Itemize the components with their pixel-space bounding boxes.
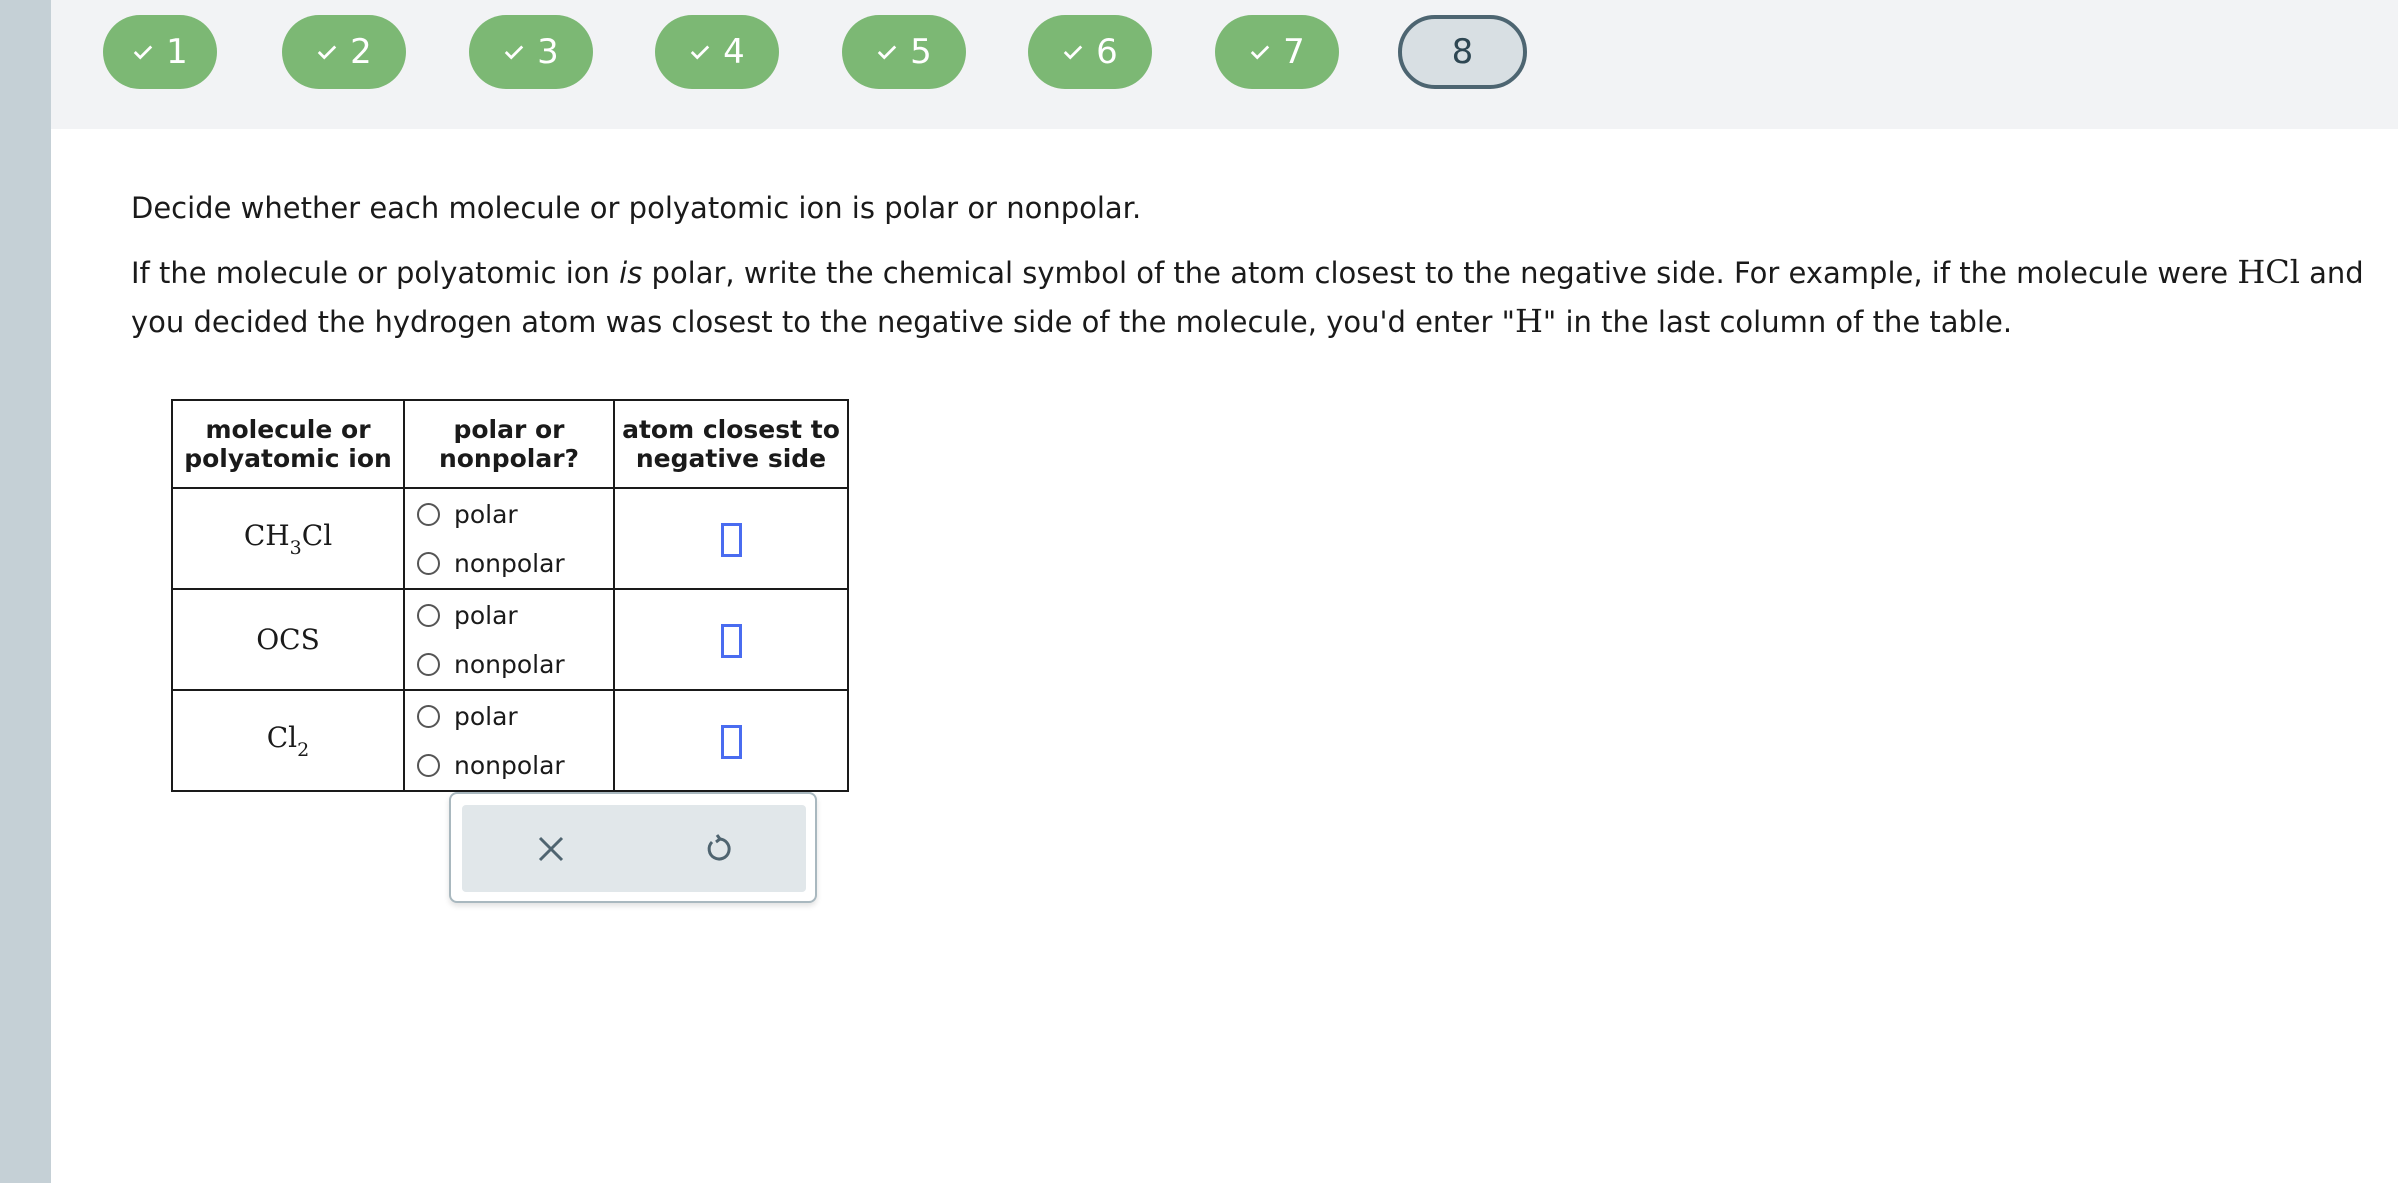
molecule-cell: CH3Cl [171,487,405,590]
step-8-button[interactable]: 8 [1398,15,1527,89]
option-label: nonpolar [454,750,565,780]
radio-button[interactable] [417,551,440,575]
close-icon [538,836,564,862]
left-sidebar [0,0,51,1183]
step-3-button[interactable]: 3 [469,15,593,89]
reset-button[interactable] [697,827,741,871]
polarity-cell: polar nonpolar [403,689,615,792]
polarity-cell: polar nonpolar [403,588,615,691]
instruction-line-1: Decide whether each molecule or polyatom… [131,191,1142,225]
table-header-row: molecule or polyatomic ion polar or nonp… [171,399,849,489]
formula-subscript: 3 [289,536,302,559]
step-5-button[interactable]: 5 [842,15,966,89]
checkmark-icon [690,45,710,60]
atom-answer-input[interactable] [720,623,742,658]
actions-background [462,805,806,892]
radio-button[interactable] [417,603,440,627]
step-4-button[interactable]: 4 [655,15,779,89]
column-header-atom: atom closest to negative side [613,399,849,489]
radio-button[interactable] [417,704,440,728]
step-2-button[interactable]: 2 [282,15,406,89]
table-row: CH3Cl polar nonpolar [171,487,849,590]
radio-button[interactable] [417,502,440,526]
atom-cell [613,689,849,792]
step-label: 3 [537,32,559,72]
text-span: " in the last column of the table. [1542,305,2013,339]
polar-option[interactable]: polar [417,490,613,539]
question-text: Decide whether each molecule or polyatom… [131,186,2371,346]
formula-text: Cl [301,518,333,552]
step-label: 8 [1451,32,1474,72]
step-1-button[interactable]: 1 [103,15,217,89]
atom-answer-input[interactable] [720,724,742,759]
nonpolar-option[interactable]: nonpolar [417,640,613,689]
checkmark-icon [877,45,897,60]
radio-button[interactable] [417,753,440,777]
nonpolar-option[interactable]: nonpolar [417,741,613,790]
answer-actions-panel [449,792,817,903]
checkmark-icon [504,45,524,60]
step-label: 5 [910,32,932,72]
checkmark-icon [1063,45,1083,60]
step-6-button[interactable]: 6 [1028,15,1152,89]
molecule-cell: Cl2 [171,689,405,792]
step-label: 4 [723,32,745,72]
answer-table: molecule or polyatomic ion polar or nonp… [171,399,849,792]
step-navigation-bar: 1 2 3 4 5 6 7 8 [51,0,2398,129]
example-atom: H [1515,302,1543,340]
step-label: 6 [1096,32,1118,72]
molecule-cell: OCS [171,588,405,691]
polar-option[interactable]: polar [417,692,613,741]
option-label: polar [454,701,518,731]
checkmark-icon [1250,45,1270,60]
atom-cell [613,588,849,691]
step-label: 7 [1283,32,1305,72]
polar-option[interactable]: polar [417,591,613,640]
step-label: 2 [350,32,372,72]
checkmark-icon [317,45,337,60]
emphasis-text: is [619,256,643,290]
nonpolar-option[interactable]: nonpolar [417,539,613,588]
formula-text: Cl [266,720,298,754]
radio-button[interactable] [417,652,440,676]
option-label: nonpolar [454,649,565,679]
atom-cell [613,487,849,590]
option-label: polar [454,600,518,630]
formula-text: OCS [256,623,320,656]
column-header-molecule: molecule or polyatomic ion [171,399,405,489]
text-span: If the molecule or polyatomic ion [131,256,620,290]
table-row: Cl2 polar nonpolar [171,689,849,792]
column-header-polarity: polar or nonpolar? [403,399,615,489]
table-row: OCS polar nonpolar [171,588,849,691]
formula-subscript: 2 [297,738,310,761]
atom-answer-input[interactable] [720,522,742,557]
step-7-button[interactable]: 7 [1215,15,1339,89]
checkmark-icon [133,45,153,60]
formula-text: CH [243,518,290,552]
polarity-cell: polar nonpolar [403,487,615,590]
example-formula: HCl [2237,253,2300,291]
step-label: 1 [166,32,188,72]
option-label: nonpolar [454,548,565,578]
option-label: polar [454,499,518,529]
text-span: polar, write the chemical symbol of the … [642,256,2238,290]
clear-button[interactable] [529,827,573,871]
instruction-line-2: If the molecule or polyatomic ion is pol… [131,248,2371,346]
undo-icon [707,834,731,861]
